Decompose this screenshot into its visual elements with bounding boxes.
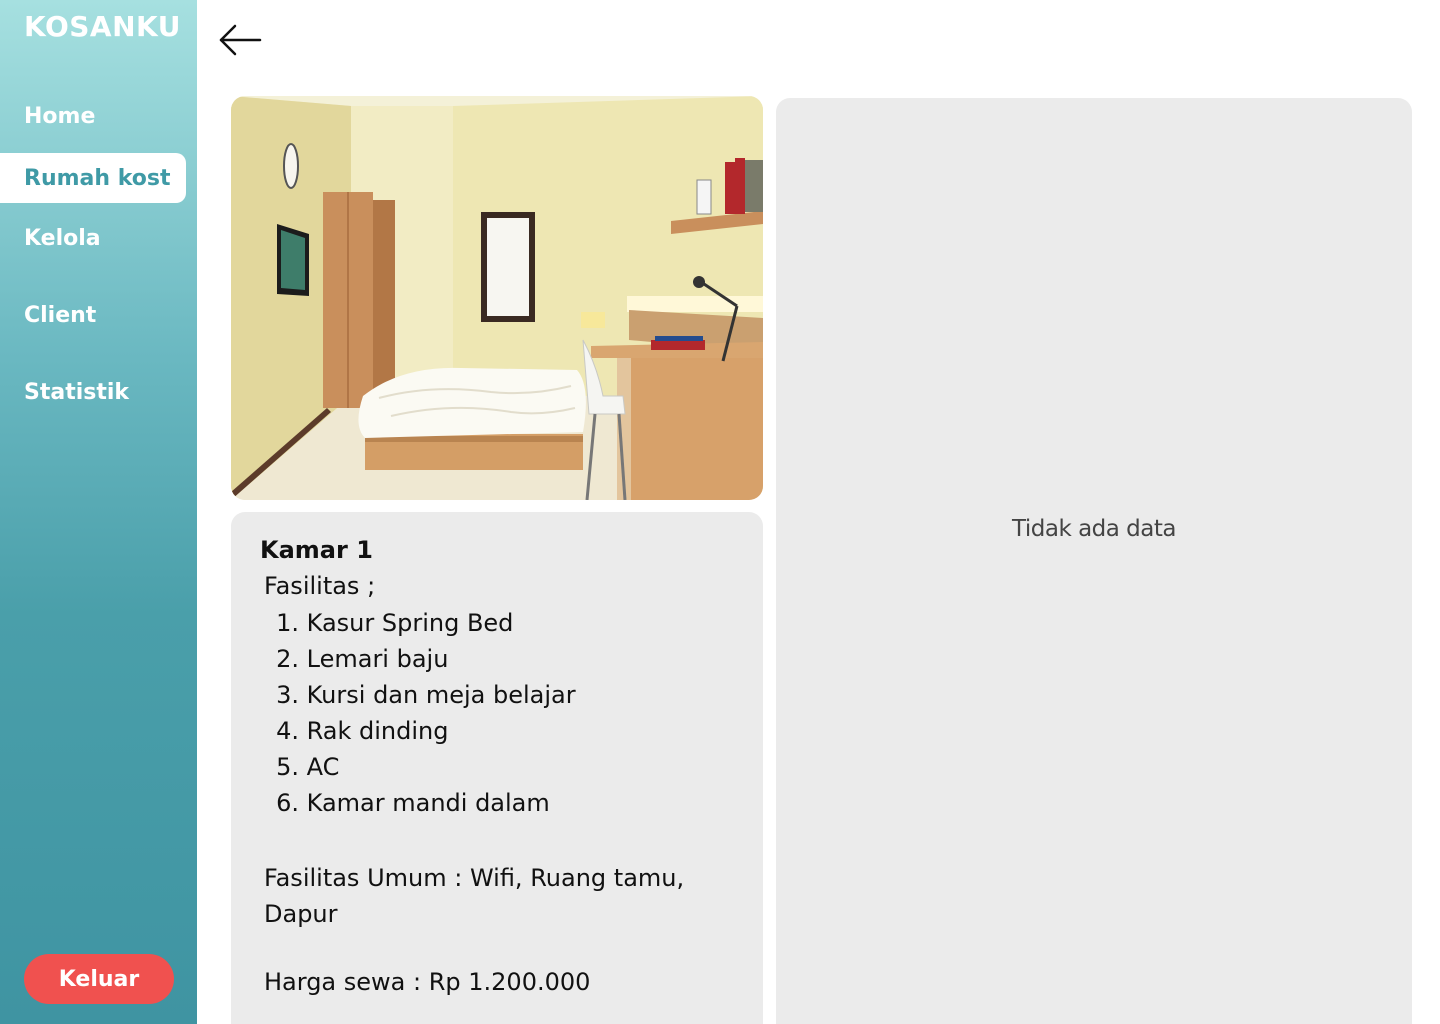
list-item-number: 6. [276, 789, 299, 817]
list-item: 5. AC [271, 752, 576, 788]
list-item: 6. Kamar mandi dalam [271, 788, 576, 824]
sidebar: KOSANKU Home Rumah kost Kelola Client St… [0, 0, 197, 1024]
facilities-heading: Fasilitas ; [264, 572, 376, 600]
list-item-text: Lemari baju [306, 645, 449, 673]
list-item-text: Kamar mandi dalam [306, 789, 550, 817]
sidebar-item-statistik[interactable]: Statistik [0, 367, 186, 417]
sidebar-item-rumah-kost[interactable]: Rumah kost [0, 153, 186, 203]
general-facilities: Fasilitas Umum : Wifi, Ruang tamu, Dapur [264, 864, 685, 928]
sidebar-item-home[interactable]: Home [0, 91, 186, 141]
list-item: 1. Kasur Spring Bed [271, 608, 576, 644]
list-item-number: 4. [276, 717, 299, 745]
logout-button[interactable]: Keluar [24, 954, 174, 1004]
arrow-left-icon [219, 24, 262, 56]
sidebar-item-client[interactable]: Client [0, 290, 186, 340]
list-item-text: Rak dinding [306, 717, 449, 745]
list-item-text: Kasur Spring Bed [306, 609, 514, 637]
room-info-card: Kamar 1 Fasilitas ; 1. Kasur Spring Bed … [231, 512, 763, 1024]
empty-state-text: Tidak ada data [1012, 516, 1176, 542]
list-item: 4. Rak dinding [271, 716, 576, 752]
detail-panel: Tidak ada data [776, 98, 1412, 1024]
list-item-number: 2. [276, 645, 299, 673]
list-item-number: 3. [276, 681, 299, 709]
facilities-list: 1. Kasur Spring Bed 2. Lemari baju 3. Ku… [271, 608, 576, 824]
back-button[interactable] [216, 20, 264, 60]
list-item-text: Kursi dan meja belajar [306, 681, 576, 709]
list-item: 3. Kursi dan meja belajar [271, 680, 576, 716]
list-item-number: 1. [276, 609, 299, 637]
brand-logo: KOSANKU [24, 10, 181, 43]
list-item-number: 5. [276, 753, 299, 781]
list-item-text: AC [306, 753, 340, 781]
rent-price: Harga sewa : Rp 1.200.000 [264, 968, 591, 996]
list-item: 2. Lemari baju [271, 644, 576, 680]
app: KOSANKU Home Rumah kost Kelola Client St… [0, 0, 1440, 1024]
room-title: Kamar 1 [260, 536, 373, 564]
sidebar-item-kelola[interactable]: Kelola [0, 213, 186, 263]
room-photo [231, 96, 763, 500]
